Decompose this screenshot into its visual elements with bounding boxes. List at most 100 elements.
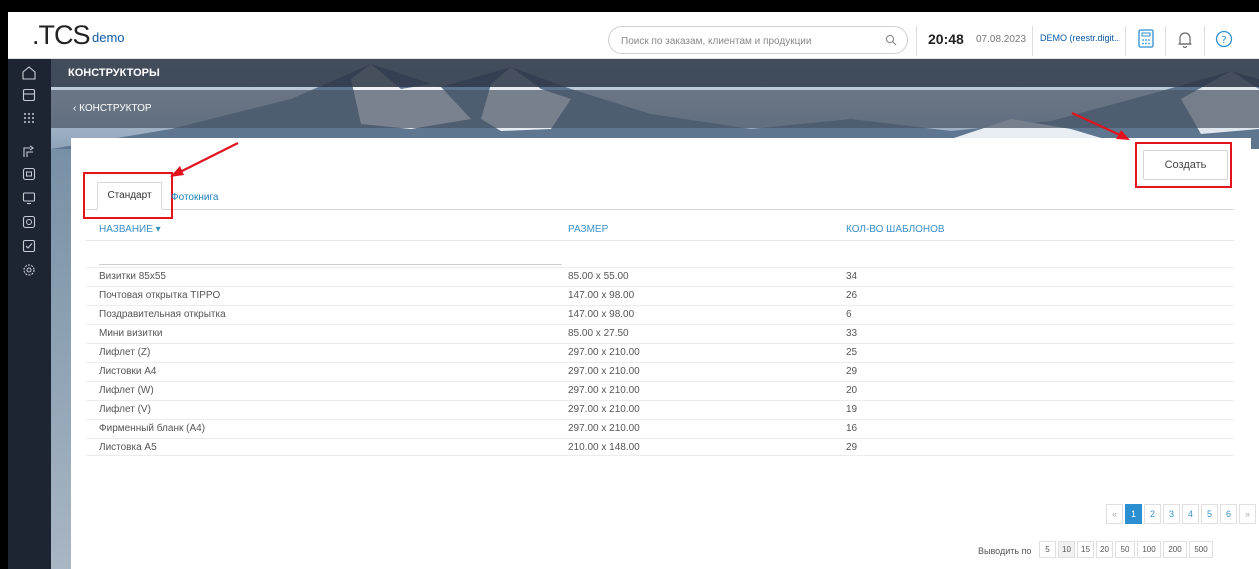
back-link-label: КОНСТРУКТОР [79,103,152,114]
cell-name: Фирменный бланк (А4) [99,423,206,434]
cell-size: 297.00 x 210.00 [568,366,640,377]
cell-size: 85.00 x 55.00 [568,271,629,282]
user-account[interactable]: DEMO (reestr.digit... [1040,33,1120,43]
per-page-option[interactable]: 5 [1039,541,1056,558]
per-page-option[interactable]: 100 [1137,541,1161,558]
clock-time: 20:48 [928,31,964,47]
column-header-templates: КОЛ-ВО ШАБЛОНОВ [846,224,945,235]
cell-templates: 6 [846,309,852,320]
page-button[interactable]: 2 [1144,504,1161,524]
annotation-arrow [170,142,239,177]
table-row[interactable]: Листовка А5 210.00 x 148.00 29 [86,438,1234,456]
cell-name: Визитки 85x55 [99,271,166,282]
table-row[interactable]: Почтовая открытка TIPPO 147.00 x 98.00 26 [86,286,1234,304]
cell-templates: 29 [846,442,858,453]
cell-templates: 34 [846,271,858,282]
table-row[interactable]: Лифлет (Z) 297.00 x 210.00 25 [86,343,1234,361]
create-button[interactable]: Создать [1143,150,1228,180]
cell-size: 297.00 x 210.00 [568,423,640,434]
cell-size: 85.00 x 27.50 [568,328,629,339]
clock-date: 07.08.2023 [976,34,1027,45]
table-row[interactable]: Визитки 85x55 85.00 x 55.00 34 [86,267,1234,285]
per-page-option[interactable]: 15 [1077,541,1094,558]
table-row[interactable]: Фирменный бланк (А4) 297.00 x 210.00 16 [86,419,1234,437]
page-prev-button[interactable]: « [1106,504,1123,524]
sidebar [8,59,51,569]
cell-templates: 20 [846,385,858,396]
table-row[interactable]: Листовки А4 297.00 x 210.00 29 [86,362,1234,380]
cell-name: Листовки А4 [99,366,157,377]
help-icon[interactable]: ? [1213,28,1235,50]
cell-size: 210.00 x 148.00 [568,442,640,453]
settings-icon[interactable] [21,262,37,278]
cell-size: 297.00 x 210.00 [568,404,640,415]
header-divider [1165,26,1166,56]
background-strip [51,149,71,569]
per-page-option[interactable]: 50 [1115,541,1135,558]
header-divider [1032,26,1033,56]
stamp-icon[interactable] [21,214,37,230]
cell-name: Почтовая открытка TIPPO [99,290,221,301]
cell-name: Лифлет (W) [99,385,154,396]
name-filter-input[interactable] [99,259,562,265]
per-page-option[interactable]: 200 [1163,541,1187,558]
header-divider [1204,26,1205,56]
home-icon[interactable] [21,65,37,81]
table-row[interactable]: Поздравительная открытка 147.00 x 98.00 6 [86,305,1234,323]
page-button[interactable]: 4 [1182,504,1199,524]
page-next-button[interactable]: » [1239,504,1256,524]
cell-name: Лифлет (V) [99,404,151,415]
flow-icon[interactable] [21,143,37,159]
app-header: .TCS demo 20:48 07.08.2023 DEMO (reestr.… [8,12,1259,59]
screen-top-edge [0,0,1259,12]
cell-size: 297.00 x 210.00 [568,347,640,358]
table-row[interactable]: Лифлет (W) 297.00 x 210.00 20 [86,381,1234,399]
section-title: КОНСТРУКТОРЫ [68,67,160,79]
cell-templates: 26 [846,290,858,301]
svg-text:?: ? [1221,35,1226,46]
screen-left-edge [0,12,8,569]
monitor-icon[interactable] [21,190,37,206]
column-header-name[interactable]: НАЗВАНИЕ ▾ [99,224,161,235]
per-page-option[interactable]: 20 [1096,541,1113,558]
checklist-icon[interactable] [21,238,37,254]
cell-templates: 25 [846,347,858,358]
section-header-bar: КОНСТРУКТОРЫ [51,59,1259,87]
cell-name: Лифлет (Z) [99,347,151,358]
table-row[interactable]: Лифлет (V) 297.00 x 210.00 19 [86,400,1234,418]
bell-icon[interactable] [1174,28,1196,50]
cell-templates: 16 [846,423,858,434]
app-logo[interactable]: .TCS [32,20,91,51]
cell-size: 147.00 x 98.00 [568,290,635,301]
search-input[interactable] [621,32,871,50]
search-icon[interactable] [885,34,897,46]
page-button[interactable]: 3 [1163,504,1180,524]
page-button[interactable]: 5 [1201,504,1218,524]
per-page-label: Выводить по [978,546,1032,556]
cell-size: 297.00 x 210.00 [568,385,640,396]
tabs-divider [86,209,1234,210]
constructor-panel: Создать Стандарт Фотокнига НАЗВАНИЕ ▾ РА… [71,138,1256,569]
page-button[interactable]: 1 [1125,504,1142,524]
header-divider [1125,26,1126,56]
cell-size: 147.00 x 98.00 [568,309,635,320]
column-header-size: РАЗМЕР [568,224,609,235]
orders-icon[interactable] [21,87,37,103]
cell-name: Мини визитки [99,328,163,339]
cell-name: Поздравительная открытка [99,309,226,320]
grid-icon[interactable] [21,110,37,126]
calculator-icon[interactable] [1135,28,1157,50]
print-icon[interactable] [21,166,37,182]
page-button[interactable]: 6 [1220,504,1237,524]
cell-templates: 19 [846,404,858,415]
per-page-option[interactable]: 10 [1058,541,1075,558]
global-search[interactable] [608,26,908,54]
cell-name: Листовка А5 [99,442,157,453]
back-link[interactable]: ‹ КОНСТРУКТОР [73,103,152,114]
per-page-option[interactable]: 500 [1189,541,1213,558]
table-header-divider [86,240,1234,241]
app-logo-sub: demo [92,30,125,45]
table-row[interactable]: Мини визитки 85.00 x 27.50 33 [86,324,1234,342]
tab-photobook[interactable]: Фотокнига [171,192,218,203]
cell-templates: 33 [846,328,858,339]
